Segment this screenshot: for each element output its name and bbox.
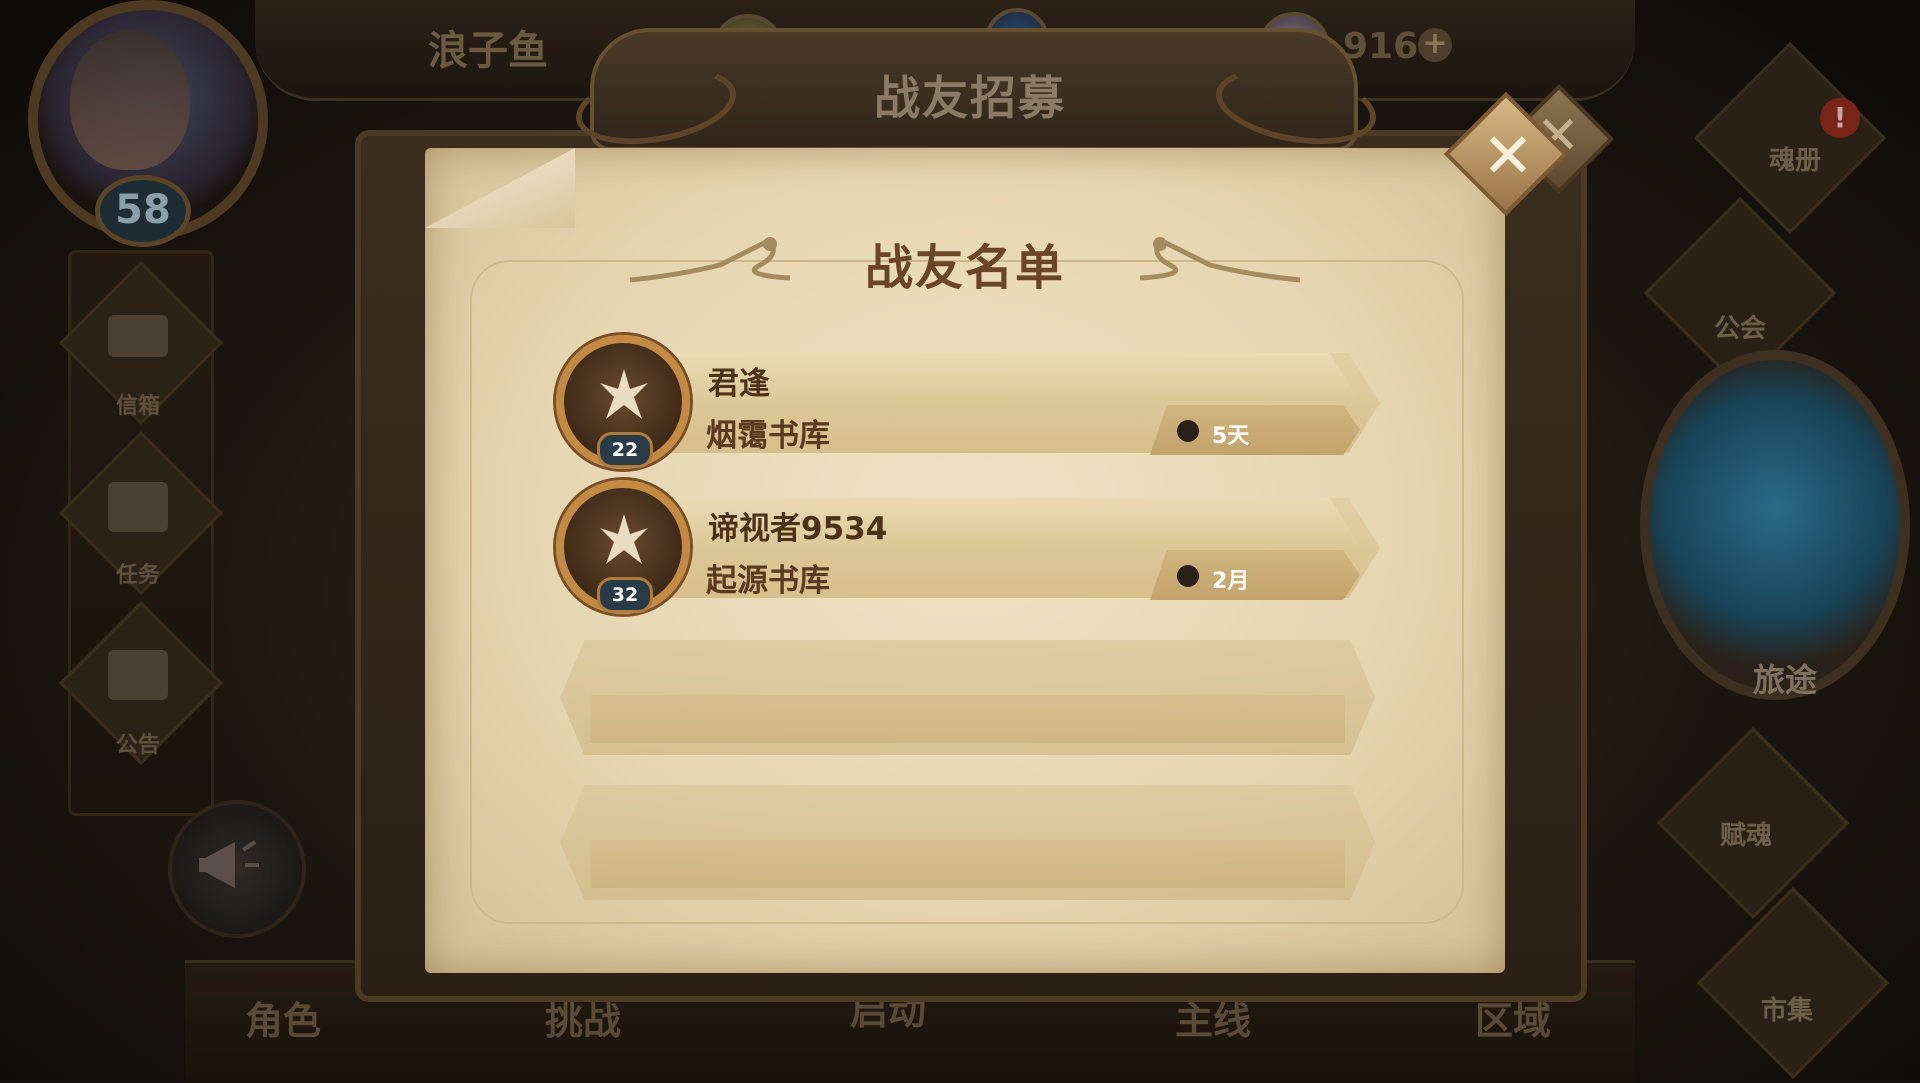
empty-slot-inner	[590, 840, 1345, 888]
shield-icon	[108, 482, 168, 532]
player-name: 浪子鱼	[428, 28, 548, 74]
friend-name: 谛视者9534	[708, 511, 888, 547]
friend-level-badge: 32	[597, 577, 653, 613]
friend-list-title: 战友名单	[864, 240, 1065, 296]
online-status-dot	[1177, 565, 1199, 587]
scroll-icon	[108, 650, 168, 700]
megaphone-icon	[199, 840, 259, 888]
soul-book-label: 魂册	[1768, 146, 1821, 176]
journey-button[interactable]	[1640, 350, 1910, 700]
envelope-icon	[108, 315, 168, 357]
friend-name: 君逢	[708, 366, 770, 402]
gem-amount: 916	[1343, 26, 1419, 67]
online-status-dot	[1177, 420, 1199, 442]
journey-label: 旅途	[1752, 661, 1817, 699]
alert-badge-icon: !	[1820, 98, 1860, 138]
empower-label: 赋魂	[1719, 821, 1772, 851]
close-icon[interactable]: ✕	[1468, 116, 1548, 196]
avatar-portrait	[70, 30, 190, 170]
add-gems-button[interactable]: +	[1418, 28, 1452, 62]
market-label: 市集	[1760, 996, 1813, 1026]
friend-guild: 烟霭书库	[706, 418, 830, 454]
friend-level-badge: 22	[597, 432, 653, 468]
tasks-label: 任务	[115, 563, 160, 588]
empty-slot-inner	[590, 695, 1345, 743]
mailbox-label: 信箱	[115, 394, 160, 419]
emblem-crest-icon	[600, 514, 648, 564]
nav-character[interactable]: 角色	[245, 990, 321, 1045]
last-online-time: 5天	[1212, 424, 1250, 449]
notice-label: 公告	[115, 733, 160, 758]
player-level-badge: 58	[95, 175, 191, 247]
modal-title: 战友招募	[874, 71, 1066, 125]
guild-label: 公会	[1713, 314, 1766, 344]
emblem-crest-icon	[600, 369, 648, 419]
friend-guild: 起源书库	[706, 563, 830, 599]
last-online-time: 2月	[1212, 569, 1250, 594]
